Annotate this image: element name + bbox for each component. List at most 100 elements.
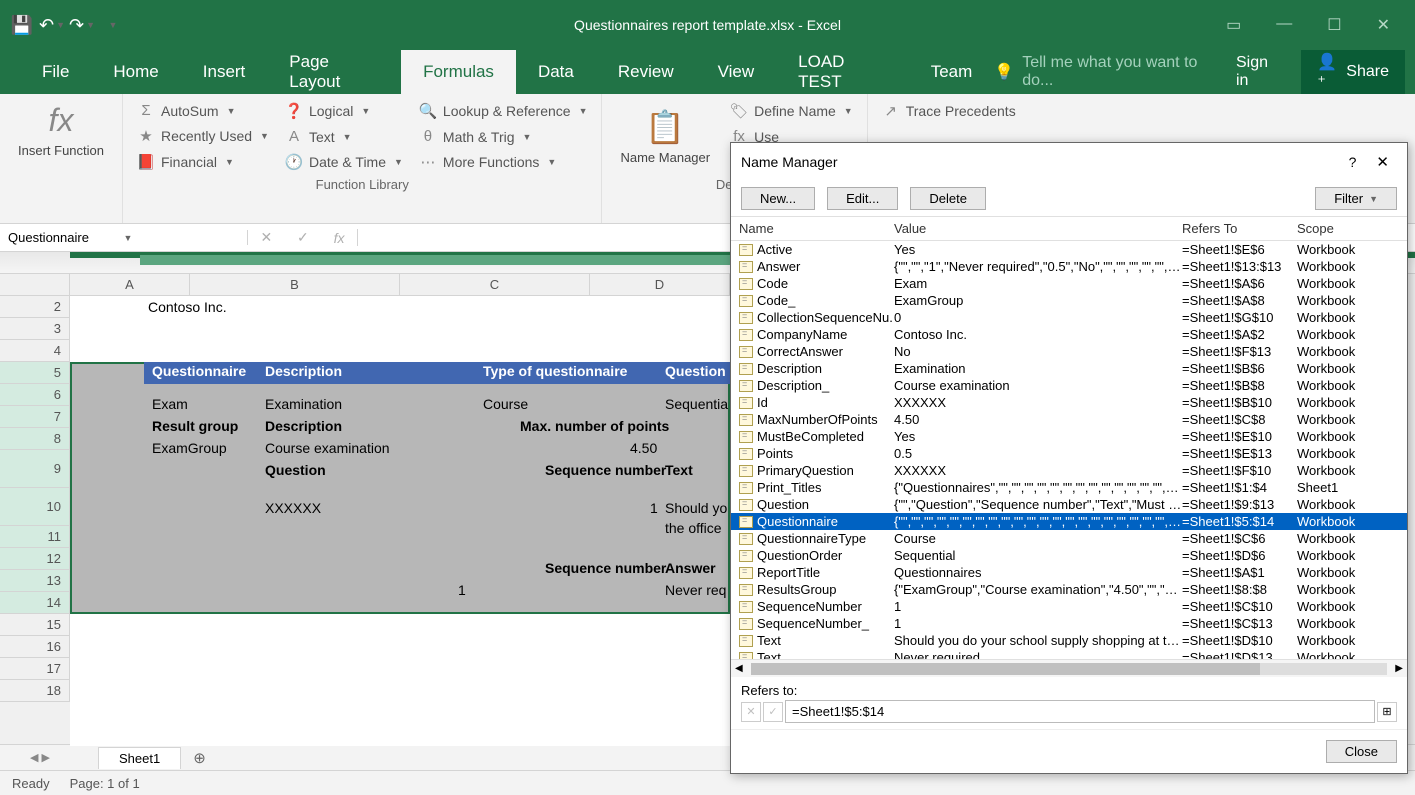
trace-precedents-button[interactable]: ↗Trace Precedents xyxy=(876,98,1022,124)
name-list-row[interactable]: Question{"","Question","Sequence number"… xyxy=(731,496,1407,513)
qat-customize-icon[interactable]: ▼ xyxy=(100,13,124,37)
dialog-titlebar[interactable]: Name Manager ? ✕ xyxy=(731,143,1407,181)
cancel-icon[interactable]: ✕ xyxy=(260,229,272,246)
row-header[interactable]: 2 xyxy=(0,296,70,318)
name-list-row[interactable]: Points0.5=Sheet1!$E$13Workbook xyxy=(731,445,1407,462)
text-button[interactable]: AText▼ xyxy=(279,124,409,149)
col-name[interactable]: Name xyxy=(739,221,894,236)
save-icon[interactable]: 💾 xyxy=(10,13,34,37)
lookup-button[interactable]: 🔍Lookup & Reference▼ xyxy=(413,98,594,124)
cell[interactable]: XXXXXX xyxy=(265,500,321,516)
cell[interactable]: Examination xyxy=(265,396,342,412)
more-functions-button[interactable]: ⋯More Functions▼ xyxy=(413,149,594,175)
name-list-row[interactable]: SequenceNumber_1=Sheet1!$C$13Workbook xyxy=(731,615,1407,632)
cell[interactable]: 1 xyxy=(650,500,658,516)
col-header[interactable]: D xyxy=(590,274,730,296)
cell[interactable]: Exam xyxy=(152,396,188,412)
name-list-row[interactable]: ResultsGroup{"ExamGroup","Course examina… xyxy=(731,581,1407,598)
tell-me-input[interactable]: 💡 Tell me what you want to do... xyxy=(994,54,1216,90)
row-header[interactable]: 9 xyxy=(0,450,70,488)
refers-to-input[interactable] xyxy=(785,700,1375,723)
financial-button[interactable]: 📕Financial▼ xyxy=(131,149,275,175)
name-list-row[interactable]: Answer{"","","1","Never required","0.5",… xyxy=(731,258,1407,275)
horizontal-scrollbar[interactable]: ◀ ▶ xyxy=(731,659,1407,677)
cell[interactable]: Type of questionnaire xyxy=(483,363,627,379)
math-trig-button[interactable]: θMath & Trig▼ xyxy=(413,124,594,149)
tab-page-layout[interactable]: Page Layout xyxy=(267,50,401,94)
name-list-row[interactable]: SequenceNumber1=Sheet1!$C$10Workbook xyxy=(731,598,1407,615)
name-list-row[interactable]: DescriptionExamination=Sheet1!$B$6Workbo… xyxy=(731,360,1407,377)
name-list-row[interactable]: Text_Never required=Sheet1!$D$13Workbook xyxy=(731,649,1407,659)
name-list-row[interactable]: Questionnaire{"","","","","","","","",""… xyxy=(731,513,1407,530)
collapse-dialog-icon[interactable]: ⊞ xyxy=(1377,702,1397,722)
tab-formulas[interactable]: Formulas xyxy=(401,50,516,94)
col-header[interactable]: C xyxy=(400,274,590,296)
cell[interactable]: Sequence number xyxy=(545,462,666,478)
row-header[interactable]: 18 xyxy=(0,680,70,702)
cancel-refers-icon[interactable]: ✕ xyxy=(741,702,761,722)
minimize-icon[interactable]: — xyxy=(1276,15,1292,35)
dialog-close-icon[interactable]: ✕ xyxy=(1368,149,1397,175)
tab-insert[interactable]: Insert xyxy=(181,50,268,94)
row-header[interactable]: 16 xyxy=(0,636,70,658)
name-list-row[interactable]: CompanyNameContoso Inc.=Sheet1!$A$2Workb… xyxy=(731,326,1407,343)
date-time-button[interactable]: 🕐Date & Time▼ xyxy=(279,149,409,175)
cell[interactable]: Never req xyxy=(665,582,726,598)
row-header[interactable]: 17 xyxy=(0,658,70,680)
name-list-row[interactable]: CodeExam=Sheet1!$A$6Workbook xyxy=(731,275,1407,292)
cell[interactable]: Question xyxy=(265,462,326,478)
close-icon[interactable]: ✕ xyxy=(1377,15,1390,35)
cell[interactable]: ExamGroup xyxy=(152,440,227,456)
cell[interactable]: Sequence number xyxy=(545,560,666,576)
filter-button[interactable]: Filter▼ xyxy=(1315,187,1397,210)
name-list-row[interactable]: Description_Course examination=Sheet1!$B… xyxy=(731,377,1407,394)
col-scope[interactable]: Scope xyxy=(1297,221,1377,236)
col-header[interactable]: A xyxy=(70,274,190,296)
cell[interactable]: Course examination xyxy=(265,440,390,456)
cell[interactable]: Questionnaire xyxy=(152,363,246,379)
cell[interactable]: the office xyxy=(665,520,722,536)
tab-data[interactable]: Data xyxy=(516,50,596,94)
redo-icon[interactable]: ↷▼ xyxy=(70,13,94,37)
cell[interactable]: Sequentia xyxy=(665,396,728,412)
tab-home[interactable]: Home xyxy=(91,50,180,94)
tab-review[interactable]: Review xyxy=(596,50,696,94)
logical-button[interactable]: ❓Logical▼ xyxy=(279,98,409,124)
name-list-row[interactable]: PrimaryQuestionXXXXXX=Sheet1!$F$10Workbo… xyxy=(731,462,1407,479)
maximize-icon[interactable]: ☐ xyxy=(1327,15,1341,35)
cell[interactable]: 4.50 xyxy=(630,440,657,456)
name-box-dropdown-icon[interactable]: ▼ xyxy=(124,233,240,243)
name-box[interactable]: Questionnaire ▼ xyxy=(0,230,248,245)
row-header[interactable]: 4 xyxy=(0,340,70,362)
fx-bar-icon[interactable]: fx xyxy=(334,230,345,246)
row-header[interactable]: 15 xyxy=(0,614,70,636)
row-header[interactable]: 6 xyxy=(0,384,70,406)
row-header[interactable]: 10 xyxy=(0,488,70,526)
add-sheet-button[interactable]: ⊕ xyxy=(185,749,214,767)
row-header[interactable]: 13 xyxy=(0,570,70,592)
tab-team[interactable]: Team xyxy=(909,50,995,94)
sheet-tab-sheet1[interactable]: Sheet1 xyxy=(98,747,181,769)
name-list[interactable]: ActiveYes=Sheet1!$E$6WorkbookAnswer{"","… xyxy=(731,241,1407,659)
ribbon-options-icon[interactable]: ▭ xyxy=(1226,15,1241,35)
cell[interactable]: Answer xyxy=(665,560,716,576)
col-header[interactable]: B xyxy=(190,274,400,296)
tab-view[interactable]: View xyxy=(696,50,777,94)
name-list-row[interactable]: ReportTitleQuestionnaires=Sheet1!$A$1Wor… xyxy=(731,564,1407,581)
name-list-row[interactable]: Print_Titles{"Questionnaires","","","","… xyxy=(731,479,1407,496)
cell[interactable]: Should yo xyxy=(665,500,727,516)
sign-in-button[interactable]: Sign in xyxy=(1236,54,1281,90)
row-header[interactable]: 11 xyxy=(0,526,70,548)
name-list-row[interactable]: CollectionSequenceNu...0=Sheet1!$G$10Wor… xyxy=(731,309,1407,326)
cell[interactable]: Contoso Inc. xyxy=(148,296,227,318)
name-list-row[interactable]: MustBeCompletedYes=Sheet1!$E$10Workbook xyxy=(731,428,1407,445)
define-name-button[interactable]: 🏷Define Name▼ xyxy=(724,98,859,124)
dialog-help-icon[interactable]: ? xyxy=(1337,150,1369,174)
name-list-row[interactable]: TextShould you do your school supply sho… xyxy=(731,632,1407,649)
autosum-button[interactable]: ΣAutoSum▼ xyxy=(131,98,275,123)
name-list-row[interactable]: QuestionnaireTypeCourse=Sheet1!$C$6Workb… xyxy=(731,530,1407,547)
new-button[interactable]: New... xyxy=(741,187,815,210)
row-header[interactable]: 14 xyxy=(0,592,70,614)
cell[interactable]: Description xyxy=(265,418,342,434)
name-list-row[interactable]: QuestionOrderSequential=Sheet1!$D$6Workb… xyxy=(731,547,1407,564)
